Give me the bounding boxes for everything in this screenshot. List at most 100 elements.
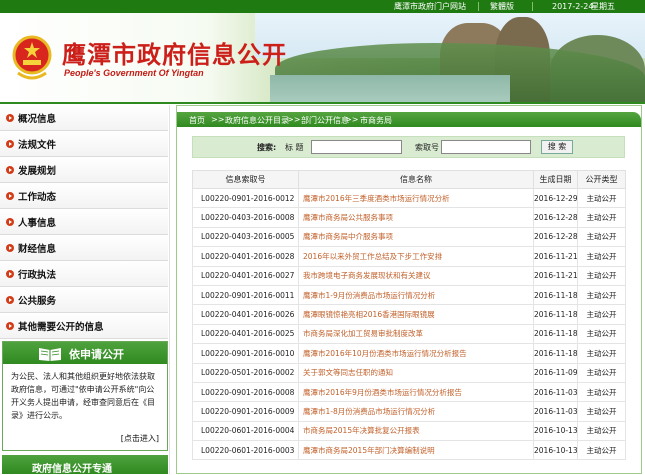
index-search-input[interactable]	[441, 140, 531, 154]
cell-type: 主动公开	[577, 246, 626, 267]
breadcrumb-catalog[interactable]: 政府信息公开目录	[225, 115, 289, 126]
cell-date: 2016-11-03	[533, 381, 578, 403]
search-label: 搜索:	[257, 143, 277, 152]
sidebar-item-overview[interactable]: 概况信息	[0, 105, 168, 131]
cell-date: 2016-10-13	[533, 420, 578, 442]
sidebar-item-planning[interactable]: 发展规划	[0, 157, 168, 183]
table-row: L00220-0501-2016-0002 关于郭文等同志任职的通知 2016-11…	[192, 362, 626, 383]
breadcrumb-separator: >>	[345, 115, 359, 124]
apply-panel-header: 依申请公开	[3, 342, 167, 364]
cell-index: L00220-0401-2016-0027	[192, 265, 299, 286]
breadcrumb-home[interactable]: 首页	[189, 115, 205, 126]
sidebar-item-label: 其他需要公开的信息	[18, 322, 104, 333]
arrow-icon	[6, 296, 14, 304]
sidebar-item-label: 行政执法	[18, 270, 57, 281]
divider	[478, 2, 479, 11]
cell-index: L00220-0901-2016-0009	[192, 401, 299, 422]
sidebar-item-label: 财经信息	[18, 244, 57, 255]
cell-name-link[interactable]: 鹰潭市1-8月份消费品市场运行情况分析	[298, 401, 534, 422]
top-bar: 鹰潭市政府门户网站 繁體版 2017-2-24 星期五	[0, 0, 645, 13]
column-header-date: 生成日期	[533, 170, 578, 189]
cell-date: 2016-12-28	[533, 226, 578, 248]
sidebar-item-personnel[interactable]: 人事信息	[0, 209, 168, 235]
table-header-row: 信息索取号 信息名称 生成日期 公开类型	[192, 170, 626, 189]
divider	[532, 2, 533, 11]
cell-name-link[interactable]: 鹰潭市商务局公共服务事项	[298, 207, 534, 228]
column-header-name: 信息名称	[298, 170, 534, 189]
cell-index: L00220-0601-2016-0004	[192, 420, 299, 442]
apply-enter-link[interactable]: [点击进入]	[121, 433, 159, 444]
arrow-icon	[6, 140, 14, 148]
arrow-icon	[6, 244, 14, 252]
breadcrumb: 首页 >> 政府信息公开目录 >> 部门公开信息 >> 市商务局	[177, 112, 641, 127]
breadcrumb-separator: >>	[287, 115, 301, 124]
cell-date: 2016-12-29	[533, 187, 578, 209]
cell-name-link[interactable]: 鹰潭市商务局中介服务事项	[298, 226, 534, 248]
cell-name-link[interactable]: 关于郭文等同志任职的通知	[298, 362, 534, 383]
cell-date: 2016-11-18	[533, 304, 578, 325]
main-content: 首页 >> 政府信息公开目录 >> 部门公开信息 >> 市商务局 搜索: 标 题…	[176, 105, 642, 474]
special-topic-label: 政府信息公开专通	[32, 464, 112, 475]
cell-type: 主动公开	[577, 284, 626, 306]
search-button[interactable]: 搜 索	[541, 140, 573, 154]
apply-disclosure-panel: 依申请公开 为公民、法人和其他组织更好地依法获取政府信息，可通过"依申请公开系统…	[2, 341, 168, 451]
cell-name-link[interactable]: 鹰潭市2016年三季度酒类市场运行情况分析	[298, 187, 534, 209]
cell-name-link[interactable]: 鹰潭市2016年10月份酒类市场运行情况分析报告	[298, 343, 534, 364]
traditional-chinese-link[interactable]: 繁體版	[490, 1, 514, 12]
cell-name-link[interactable]: 市商务局2015年决算批复公开报表	[298, 420, 534, 442]
cell-date: 2016-10-13	[533, 440, 578, 461]
cell-index: L00220-0901-2016-0012	[192, 187, 299, 209]
cell-date: 2016-11-18	[533, 284, 578, 306]
cell-index: L00220-0901-2016-0010	[192, 343, 299, 364]
apply-panel-description: 为公民、法人和其他组织更好地依法获取政府信息，可通过"依申请公开系统"向公开义务…	[11, 372, 155, 420]
table-row: L00220-0901-2016-0010 鹰潭市2016年10月份酒类市场运行情…	[192, 343, 626, 364]
cell-index: L00220-0901-2016-0011	[192, 284, 299, 306]
sidebar-item-label: 法规文件	[18, 140, 57, 151]
cell-index: L00220-0401-2016-0026	[192, 304, 299, 325]
sidebar-item-enforcement[interactable]: 行政执法	[0, 261, 168, 287]
cell-name-link[interactable]: 2016年以来外贸工作总结及下步工作安排	[298, 246, 534, 267]
sidebar-item-public-service[interactable]: 公共服务	[0, 287, 168, 313]
arrow-icon	[6, 218, 14, 226]
cell-index: L00220-0403-2016-0008	[192, 207, 299, 228]
cell-index: L00220-0401-2016-0025	[192, 323, 299, 345]
sidebar-item-label: 概况信息	[18, 114, 57, 125]
cell-type: 主动公开	[577, 401, 626, 422]
cell-index: L00220-0501-2016-0002	[192, 362, 299, 383]
sidebar-item-regulations[interactable]: 法规文件	[0, 131, 168, 157]
cell-name-link[interactable]: 市商务局深化加工贸易审批制度改革	[298, 323, 534, 345]
breadcrumb-separator: >>	[211, 115, 225, 124]
table-row: L00220-0401-2016-0026 鹰潭眼镜惊艳亮相2016香港国际眼镜展…	[192, 304, 626, 325]
column-header-index: 信息索取号	[192, 170, 299, 189]
cell-name-link[interactable]: 鹰潭眼镜惊艳亮相2016香港国际眼镜展	[298, 304, 534, 325]
breadcrumb-dept[interactable]: 部门公开信息	[301, 115, 349, 126]
sidebar-item-other-info[interactable]: 其他需要公开的信息	[0, 313, 168, 339]
cell-type: 主动公开	[577, 343, 626, 364]
cell-type: 主动公开	[577, 362, 626, 383]
cell-type: 主动公开	[577, 226, 626, 248]
table-row: L00220-0901-2016-0009 鹰潭市1-8月份消费品市场运行情况分析…	[192, 401, 626, 422]
cell-index: L00220-0401-2016-0028	[192, 246, 299, 267]
document-table: 信息索取号 信息名称 生成日期 公开类型 L00220-0901-2016-00…	[192, 170, 626, 461]
cell-date: 2016-11-21	[533, 265, 578, 286]
site-subtitle: People's Government Of Yingtan	[64, 68, 204, 78]
site-banner: 鹰潭市政府信息公开 People's Government Of Yingtan	[0, 13, 645, 102]
cell-type: 主动公开	[577, 187, 626, 209]
cell-name-link[interactable]: 鹰潭市1-9月份消费品市场运行情况分析	[298, 284, 534, 306]
cell-name-link[interactable]: 我市跨境电子商务发展现状和有关建议	[298, 265, 534, 286]
sidebar-item-label: 发展规划	[18, 166, 57, 177]
title-search-input[interactable]	[311, 140, 402, 154]
sidebar-item-finance[interactable]: 财经信息	[0, 235, 168, 261]
cell-index: L00220-0601-2016-0003	[192, 440, 299, 461]
sidebar-item-news[interactable]: 工作动态	[0, 183, 168, 209]
table-row: L00220-0403-2016-0005 鹰潭市商务局中介服务事项 2016-12…	[192, 226, 626, 248]
cell-index: L00220-0403-2016-0005	[192, 226, 299, 248]
cell-date: 2016-12-28	[533, 207, 578, 228]
special-topic-tab[interactable]: 政府信息公开专通	[2, 455, 168, 475]
cell-name-link[interactable]: 鹰潭市商务局2015年部门决算编制说明	[298, 440, 534, 461]
cell-name-link[interactable]: 鹰潭市2016年9月份酒类市场运行情况分析报告	[298, 381, 534, 403]
cell-type: 主动公开	[577, 440, 626, 461]
cell-type: 主动公开	[577, 207, 626, 228]
cell-date: 2016-11-18	[533, 323, 578, 345]
portal-link[interactable]: 鹰潭市政府门户网站	[394, 1, 466, 12]
